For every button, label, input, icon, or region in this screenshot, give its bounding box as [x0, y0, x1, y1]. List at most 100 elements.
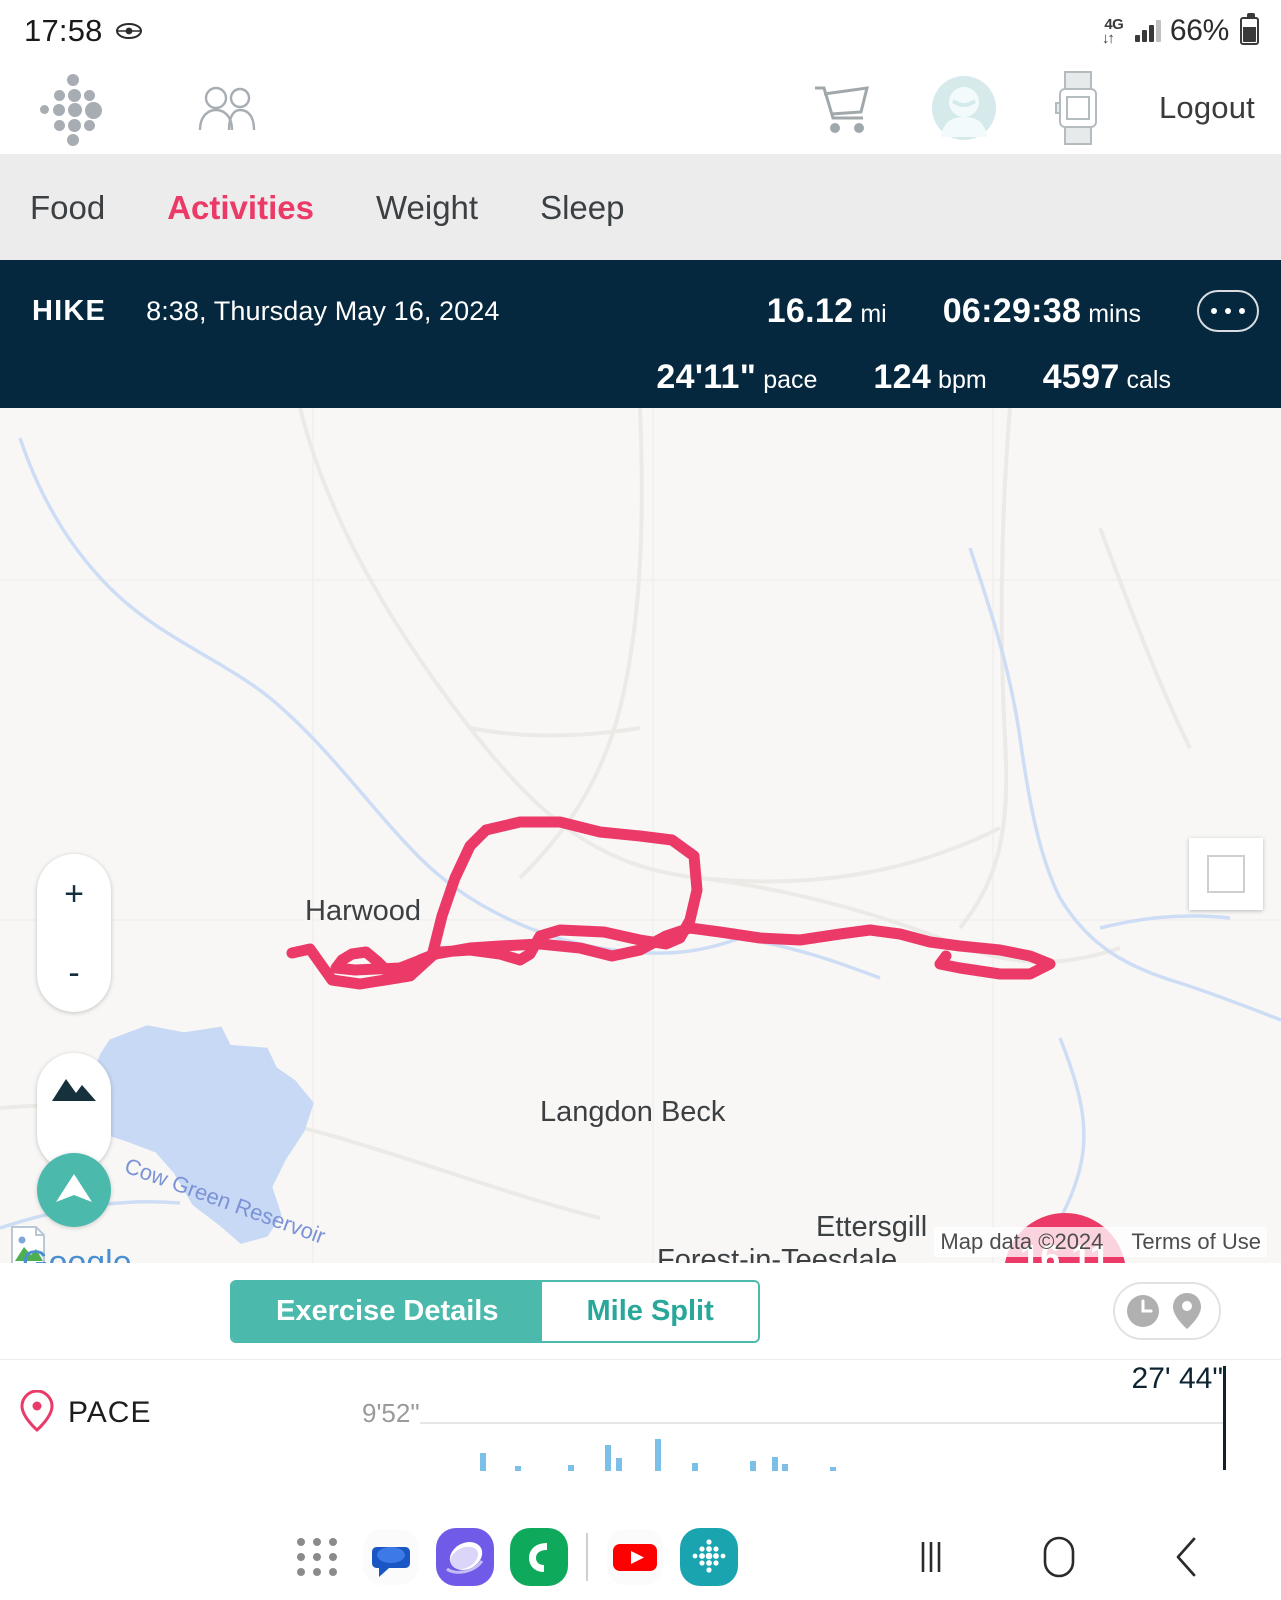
- status-time: 17:58: [24, 13, 103, 48]
- status-bar-right: 4G ↓↑ 66%: [1094, 13, 1259, 48]
- pace-bar-chart: [420, 1425, 1223, 1471]
- stat-pace: 24'11" pace: [656, 358, 817, 397]
- stat-calories-unit: cals: [1126, 365, 1171, 394]
- logout-button[interactable]: Logout: [1159, 90, 1255, 126]
- stat-distance: 16.12 mi: [767, 292, 887, 331]
- shopping-cart-icon[interactable]: [811, 80, 873, 136]
- pace-bar: [830, 1467, 836, 1471]
- samsung-internet-app-icon[interactable]: [428, 1520, 502, 1594]
- stat-heartrate: 124 bpm: [873, 358, 986, 397]
- stat-duration-unit: mins: [1088, 299, 1141, 328]
- stat-duration: 06:29:38 mins: [943, 292, 1141, 331]
- stat-calories-value: 4597: [1042, 357, 1120, 396]
- section-tabs: Food Activities Weight Sleep: [0, 155, 1281, 260]
- stat-pace-value: 24'11": [656, 357, 757, 396]
- pace-bar: [616, 1458, 622, 1471]
- pace-section[interactable]: PACE 9'52" 27' 44": [0, 1359, 1281, 1471]
- pace-max-value: 27' 44": [1131, 1362, 1223, 1395]
- tab-mile-split[interactable]: Mile Split: [542, 1281, 758, 1341]
- map-type-button[interactable]: [1189, 838, 1263, 910]
- zoom-out-button[interactable]: -: [68, 950, 79, 996]
- map-attribution: Map data ©2024 Terms of Use: [934, 1227, 1267, 1257]
- apps-grid-icon[interactable]: [280, 1520, 354, 1594]
- exercise-summary-bar: HIKE 8:38, Thursday May 16, 2024 16.12 mi…: [0, 260, 1281, 408]
- system-dock: [0, 1514, 1281, 1600]
- terms-of-use-link[interactable]: Terms of Use: [1131, 1229, 1261, 1255]
- network-arrows: ↓↑: [1101, 29, 1115, 47]
- view-mode-toggle[interactable]: [1113, 1282, 1221, 1340]
- app-header: Logout: [0, 62, 1281, 155]
- youtube-app-icon[interactable]: [598, 1520, 672, 1594]
- exercise-summary-row-primary: HIKE 8:38, Thursday May 16, 2024 16.12 mi…: [32, 274, 1259, 348]
- map-pin-icon[interactable]: [1172, 1292, 1210, 1330]
- phone-app-icon[interactable]: [502, 1520, 576, 1594]
- pace-axis-vertical: [1223, 1366, 1226, 1470]
- pace-bar: [692, 1463, 698, 1471]
- stat-distance-unit: mi: [860, 299, 887, 328]
- tab-food[interactable]: Food: [30, 189, 141, 227]
- more-options-icon[interactable]: [1197, 290, 1259, 332]
- tab-exercise-details[interactable]: Exercise Details: [232, 1281, 543, 1341]
- battery-icon: [1240, 13, 1259, 45]
- exercise-datetime-label: 8:38, Thursday May 16, 2024: [146, 295, 500, 326]
- map-data-copyright: Map data ©2024: [940, 1229, 1104, 1254]
- fitbit-logo-icon[interactable]: [34, 74, 110, 146]
- recents-button[interactable]: [867, 1522, 995, 1592]
- route-map[interactable]: Harwood Langdon Beck Ettersgill Forest-i…: [0, 408, 1281, 1263]
- app-header-left: [34, 74, 258, 146]
- map-type-square-icon: [1207, 855, 1245, 893]
- pace-label: PACE: [68, 1396, 152, 1429]
- stat-duration-value: 06:29:38: [942, 291, 1082, 330]
- app-header-right: Logout: [811, 71, 1255, 145]
- system-navigation: [867, 1522, 1251, 1592]
- map-background: [0, 408, 1281, 1263]
- pace-axis-line: [420, 1422, 1223, 1424]
- phone-screen: 17:58 4G ↓↑ 66% Logout Food Activities W…: [0, 0, 1281, 1600]
- stat-calories: 4597 cals: [1043, 358, 1171, 397]
- tracker-device-icon[interactable]: [1054, 71, 1101, 145]
- tab-sleep[interactable]: Sleep: [540, 189, 660, 227]
- clock-icon[interactable]: [1124, 1292, 1162, 1330]
- home-button[interactable]: [995, 1522, 1123, 1592]
- google-wordmark: Google: [22, 1244, 132, 1263]
- navigate-arrow-icon: [53, 1171, 95, 1210]
- avatar-icon[interactable]: [931, 75, 997, 141]
- battery-percent-label: 66%: [1169, 14, 1229, 47]
- signal-strength-icon: [1135, 20, 1161, 42]
- network-type-icon: 4G ↓↑: [1094, 17, 1126, 46]
- mountain-icon: [50, 1073, 98, 1108]
- detail-tabs-bar: Exercise Details Mile Split: [0, 1263, 1281, 1359]
- stat-pace-unit: pace: [763, 365, 818, 394]
- map-label-langdon-beck: Langdon Beck: [540, 1096, 726, 1128]
- zoom-in-button[interactable]: +: [64, 871, 84, 917]
- detail-tabs-segment[interactable]: Exercise Details Mile Split: [230, 1279, 760, 1343]
- map-locate-button[interactable]: [37, 1153, 111, 1227]
- pace-min-value: 9'52": [362, 1398, 420, 1428]
- stat-heartrate-unit: bpm: [938, 365, 987, 394]
- eye-icon: [115, 23, 142, 39]
- fitbit-app-icon[interactable]: [672, 1520, 746, 1594]
- map-label-forest-in-teesdale: Forest-in-Teesdale: [657, 1244, 898, 1263]
- pace-bar: [772, 1457, 778, 1471]
- status-bar-left: 17:58: [24, 13, 142, 49]
- exercise-summary-row-secondary: 24'11" pace 124 bpm 4597 cals: [32, 348, 1259, 406]
- pace-bar: [568, 1465, 574, 1471]
- pace-bar: [515, 1466, 521, 1471]
- location-pin-icon: [20, 1389, 54, 1432]
- map-label-harwood: Harwood: [305, 895, 422, 927]
- primary-stats-group: 16.12 mi 06:29:38 mins: [711, 290, 1259, 332]
- dock-divider: [586, 1533, 588, 1581]
- dock-apps: [280, 1520, 746, 1594]
- back-button[interactable]: [1123, 1522, 1251, 1592]
- tab-weight[interactable]: Weight: [376, 189, 514, 227]
- status-bar: 17:58 4G ↓↑ 66%: [0, 0, 1281, 62]
- tab-activities[interactable]: Activities: [167, 189, 350, 227]
- pace-bar: [750, 1461, 756, 1471]
- pace-bar: [605, 1445, 611, 1471]
- map-zoom-controls[interactable]: + -: [37, 854, 111, 1012]
- exercise-type-label: HIKE: [32, 294, 107, 327]
- stat-heartrate-value: 124: [873, 357, 932, 396]
- friends-icon[interactable]: [196, 82, 258, 134]
- pace-bar: [782, 1464, 788, 1471]
- messages-app-icon[interactable]: [354, 1520, 428, 1594]
